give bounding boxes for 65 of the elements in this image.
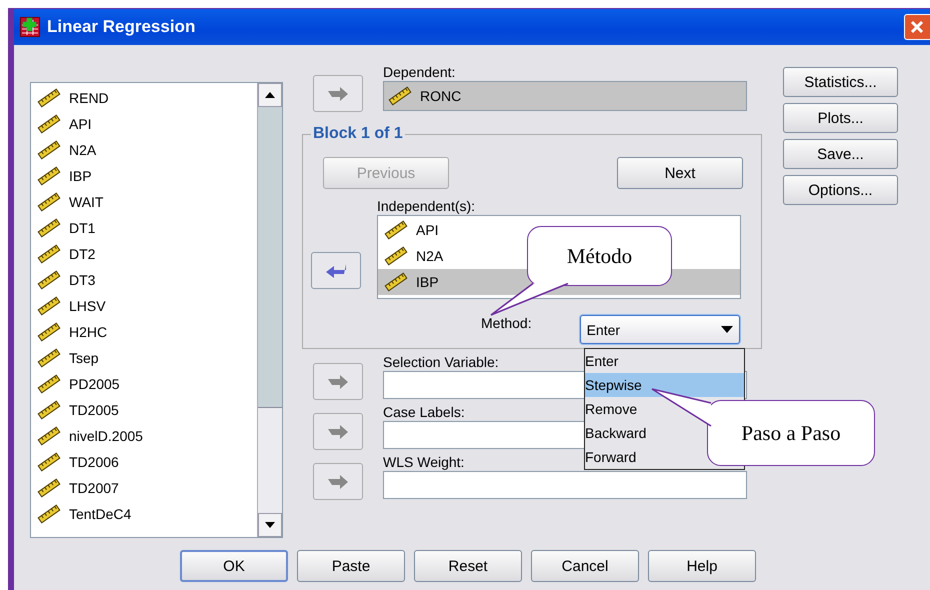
variable-item[interactable]: DT2 bbox=[69, 246, 96, 262]
field-label: Selection Variable: bbox=[383, 354, 499, 371]
window-title: Linear Regression bbox=[47, 17, 196, 37]
dialog-button[interactable]: Help bbox=[648, 550, 756, 582]
move-right-button[interactable] bbox=[313, 463, 363, 500]
method-label: Method: bbox=[481, 315, 532, 332]
scroll-thumb[interactable] bbox=[258, 107, 282, 408]
dependent-field[interactable]: RONC bbox=[383, 81, 747, 111]
menu-item[interactable]: Enter bbox=[585, 349, 744, 373]
variable-item[interactable]: API bbox=[69, 116, 92, 132]
scrollbar[interactable] bbox=[257, 83, 282, 537]
input-field[interactable] bbox=[383, 471, 747, 499]
list-item[interactable]: IBP bbox=[416, 274, 439, 290]
arrow-right-icon bbox=[327, 86, 349, 102]
scroll-down-button[interactable] bbox=[258, 513, 282, 537]
caret-icon bbox=[720, 326, 733, 333]
variable-item[interactable]: TentDeC4 bbox=[69, 506, 132, 522]
variable-item[interactable]: TD2006 bbox=[69, 454, 119, 470]
dialog-button[interactable]: Statistics... bbox=[783, 67, 898, 97]
scroll-up-button[interactable] bbox=[258, 83, 282, 107]
variable-item[interactable]: REND bbox=[69, 90, 109, 106]
menu-item[interactable]: Stepwise bbox=[585, 373, 744, 397]
callout-tooltip: Paso a Paso bbox=[707, 400, 875, 466]
field-label: WLS Weight: bbox=[383, 454, 464, 471]
variable-item[interactable]: H2HC bbox=[69, 324, 108, 340]
callout-pointer bbox=[650, 388, 712, 428]
arrow-left-icon bbox=[325, 262, 347, 278]
dialog-button[interactable]: Cancel bbox=[531, 550, 639, 582]
dialog-button[interactable]: Reset bbox=[414, 550, 522, 582]
dialog-button[interactable]: Save... bbox=[783, 139, 898, 169]
variable-item[interactable]: nivelD.2005 bbox=[69, 428, 143, 444]
down-arrow-icon bbox=[265, 522, 275, 528]
method-dropdown[interactable]: Enter bbox=[580, 315, 740, 344]
close-icon bbox=[909, 19, 925, 35]
variable-item[interactable]: WAIT bbox=[69, 194, 104, 210]
variable-item[interactable]: TD2007 bbox=[69, 480, 119, 496]
variable-item[interactable]: N2A bbox=[69, 142, 96, 158]
close-button[interactable] bbox=[904, 14, 930, 40]
variable-item[interactable]: DT3 bbox=[69, 272, 96, 288]
move-right-button[interactable] bbox=[313, 75, 363, 112]
move-left-button[interactable] bbox=[311, 252, 361, 289]
up-arrow-icon bbox=[265, 92, 275, 98]
app-icon bbox=[20, 17, 40, 37]
variable-item[interactable]: IBP bbox=[69, 168, 92, 184]
variable-item[interactable]: Tsep bbox=[69, 350, 99, 366]
arrow-right-icon bbox=[327, 474, 349, 490]
variable-item[interactable]: DT1 bbox=[69, 220, 96, 236]
arrow-right-icon bbox=[327, 374, 349, 390]
variable-item[interactable]: TD2005 bbox=[69, 402, 119, 418]
dialog-button[interactable]: Plots... bbox=[783, 103, 898, 133]
field-label: Dependent: bbox=[383, 64, 456, 81]
move-right-button[interactable] bbox=[313, 363, 363, 400]
move-right-button[interactable] bbox=[313, 413, 363, 450]
next-button[interactable]: Next bbox=[617, 157, 743, 189]
variable-item[interactable]: LHSV bbox=[69, 298, 106, 314]
list-item[interactable]: API bbox=[416, 222, 439, 238]
variable-item[interactable]: PD2005 bbox=[69, 376, 120, 392]
dialog-button[interactable]: Paste bbox=[297, 550, 405, 582]
arrow-right-icon bbox=[327, 424, 349, 440]
field-label: Case Labels: bbox=[383, 404, 465, 421]
list-item[interactable]: N2A bbox=[416, 248, 444, 264]
block-title: Block 1 of 1 bbox=[312, 125, 404, 143]
dialog-button[interactable]: Options... bbox=[783, 175, 898, 205]
dialog-button[interactable]: OK bbox=[180, 550, 288, 582]
field-label: Independent(s): bbox=[377, 198, 476, 215]
